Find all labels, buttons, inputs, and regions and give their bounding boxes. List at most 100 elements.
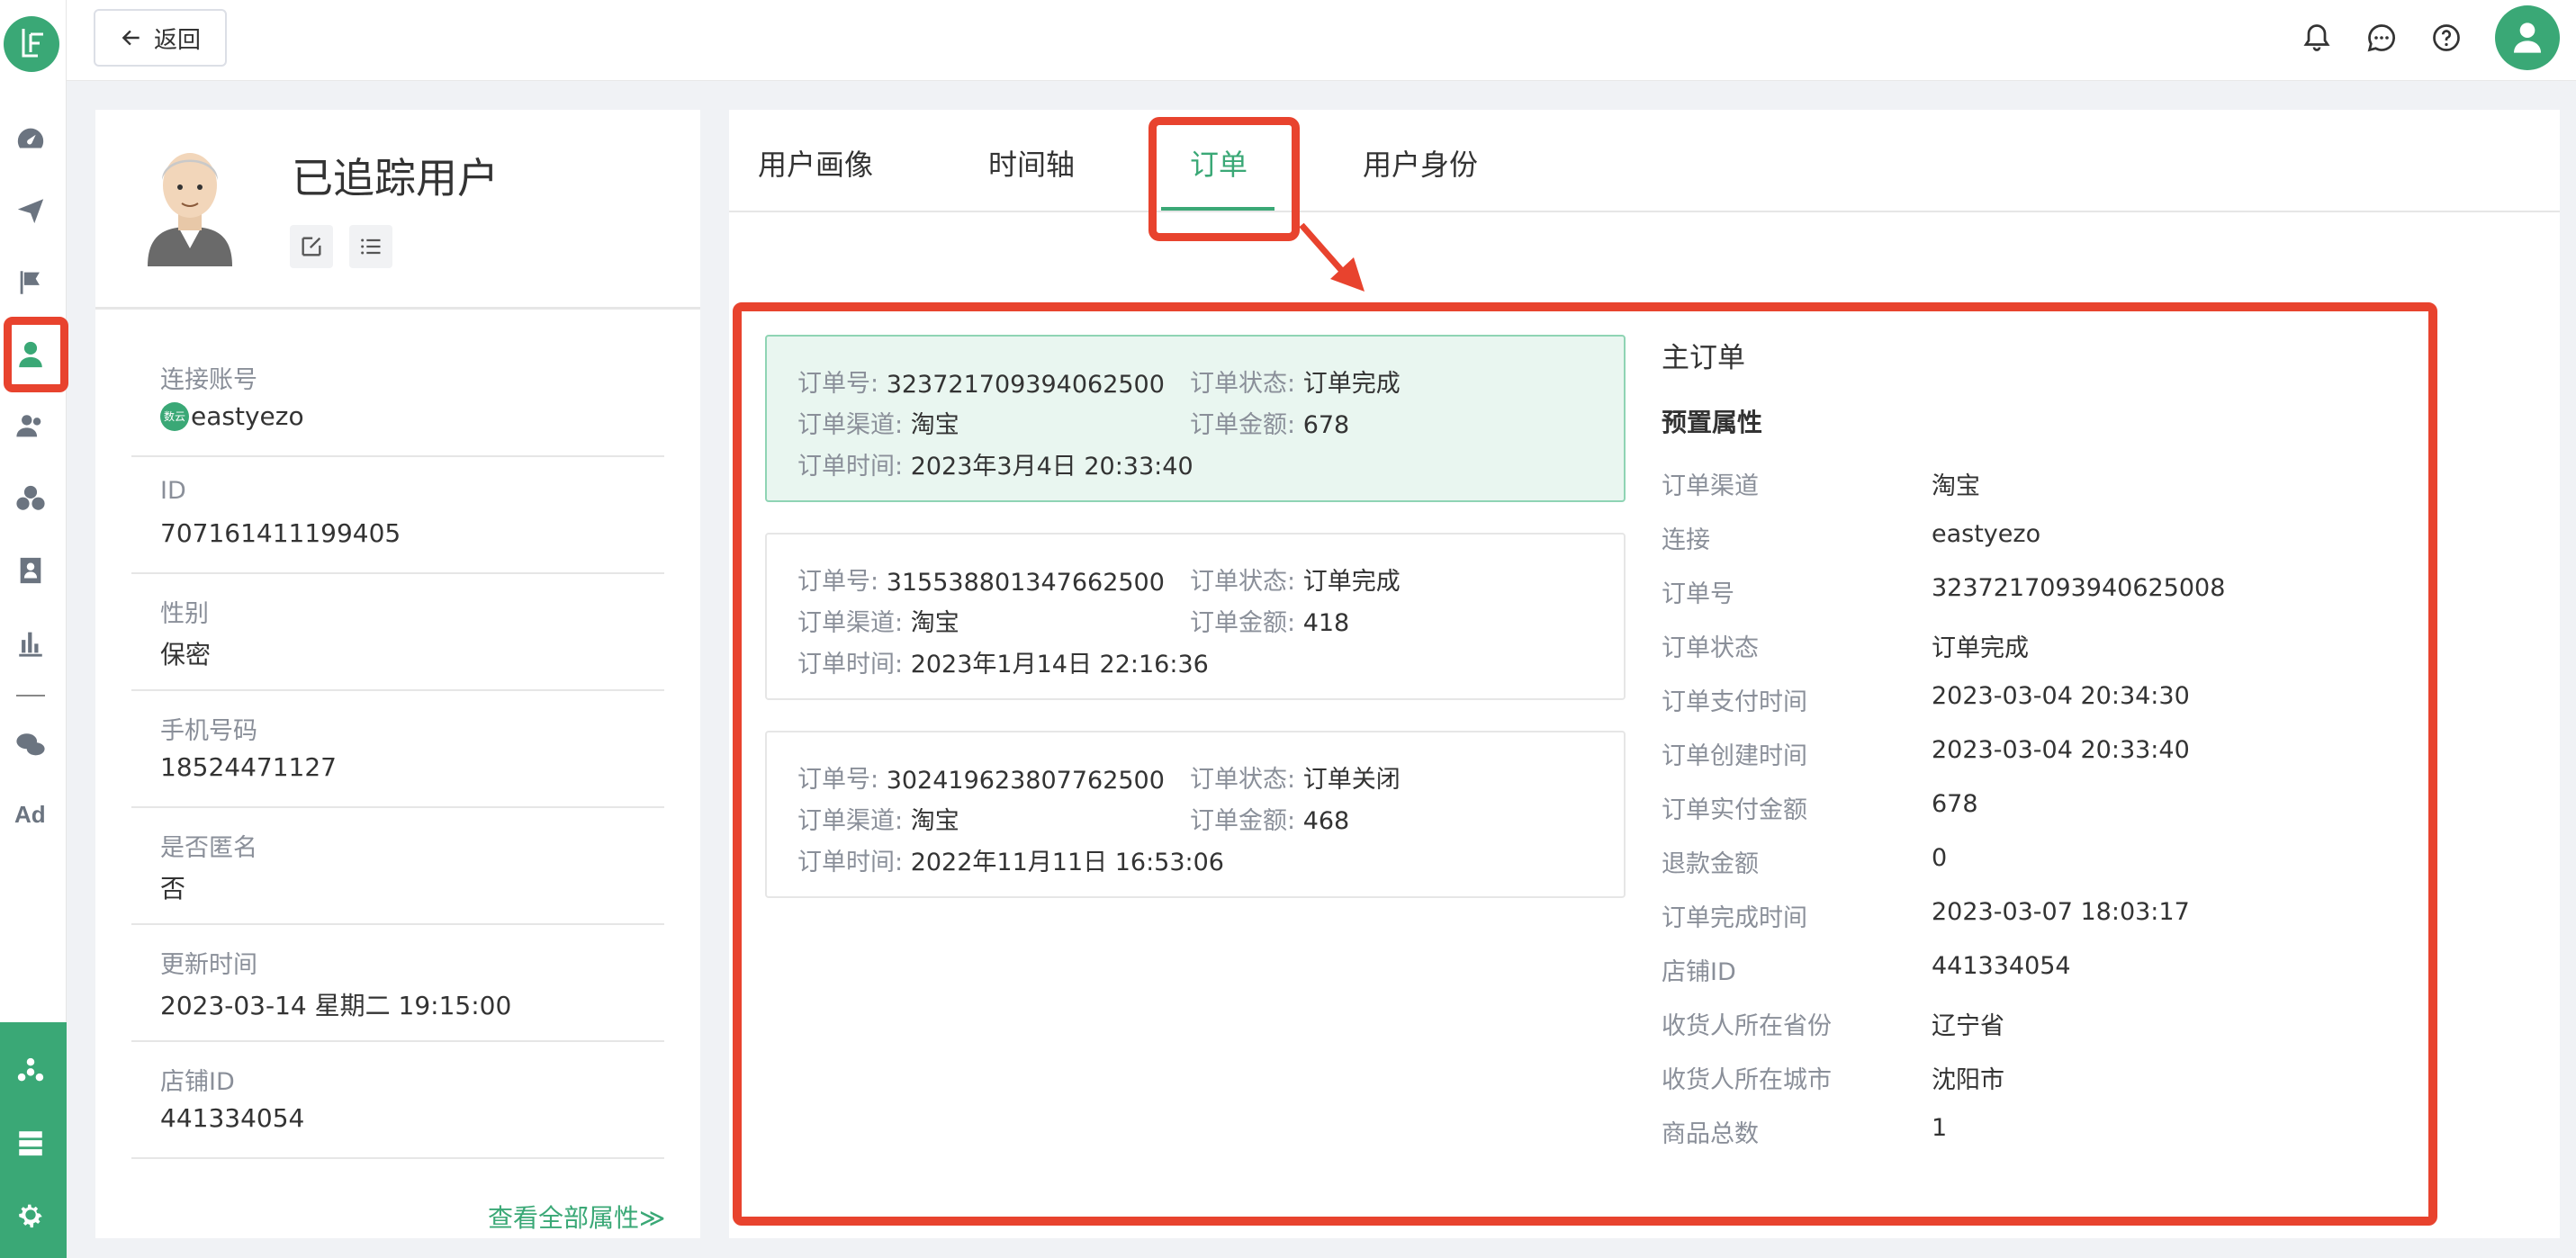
detail-value: 淘宝 xyxy=(1932,472,1980,500)
attr-connected-account: 连接账号 数云 eastyezo xyxy=(131,340,664,457)
order-channel-row: 订单渠道: 淘宝 xyxy=(797,609,959,637)
platform-badge-icon: 数云 xyxy=(160,401,189,431)
user-nav-highlight xyxy=(4,317,68,392)
user-avatar-icon xyxy=(2514,22,2541,53)
nav-divider xyxy=(16,695,45,696)
profile-title: 已追踪用户 xyxy=(292,154,499,202)
attr-updated-time: 更新时间 2023-03-14 星期二 19:15:00 xyxy=(131,925,664,1042)
attr-gender: 性别 保密 xyxy=(131,574,664,691)
dashboard-icon[interactable] xyxy=(13,121,49,157)
edit-button[interactable] xyxy=(290,225,333,268)
attr-value: 数云 eastyezo xyxy=(160,401,304,431)
attr-key: 性别 xyxy=(160,600,209,628)
app-logo-icon[interactable] xyxy=(4,16,59,72)
order-no-row: 订单号: 323721709394062500 xyxy=(797,370,1165,399)
edit-icon xyxy=(302,237,321,256)
profile-panel: 已追踪用户 连接账号 数云 eastyezo ID 70716141119940… xyxy=(95,110,700,1238)
detail-value: 2023-03-04 20:33:40 xyxy=(1932,736,2190,764)
order-status-row: 订单状态: 订单完成 xyxy=(1190,568,1401,596)
detail-value: 2023-03-04 20:34:30 xyxy=(1932,682,2190,710)
gear-icon[interactable] xyxy=(13,1197,49,1233)
attr-value-text: eastyezo xyxy=(191,401,304,431)
tab-user-portrait[interactable]: 用户画像 xyxy=(758,142,873,184)
server-icon[interactable] xyxy=(13,1125,49,1161)
attr-key: 手机号码 xyxy=(160,717,257,745)
attr-value: 18524471127 xyxy=(160,752,337,782)
attr-value: 保密 xyxy=(160,640,212,669)
attr-value: 707161411199405 xyxy=(160,518,401,548)
tab-bar: 用户画像 时间轴 订单 用户身份 xyxy=(729,110,2560,212)
detail-key: 订单实付金额 xyxy=(1662,796,1807,824)
order-amount-row: 订单金额: 418 xyxy=(1190,609,1350,637)
order-card[interactable]: 订单号: 315538801347662500 订单状态: 订单完成 订单渠道:… xyxy=(765,533,1626,700)
order-no-row: 订单号: 315538801347662500 xyxy=(797,568,1165,597)
detail-value: 订单完成 xyxy=(1932,634,2029,662)
order-status-value: 订单关闭 xyxy=(1302,766,1401,794)
attr-key: 是否匿名 xyxy=(160,834,257,862)
detail-value: 1 xyxy=(1932,1114,1948,1142)
flag-icon[interactable] xyxy=(13,265,49,301)
users-group-icon[interactable] xyxy=(13,409,49,445)
attr-shop-id: 店铺ID 441334054 xyxy=(131,1042,664,1159)
order-time-row: 订单时间: 2023年1月14日 22:16:36 xyxy=(797,651,1209,678)
order-time-value: 2023年3月4日 20:33:40 xyxy=(910,453,1193,481)
attr-key: 更新时间 xyxy=(160,951,257,979)
wechat-icon[interactable] xyxy=(13,727,49,763)
annotation-arrow-icon xyxy=(1299,222,1365,292)
tab-user-identity[interactable]: 用户身份 xyxy=(1363,142,1478,184)
list-button[interactable] xyxy=(349,225,392,268)
order-amount-value: 678 xyxy=(1302,411,1350,439)
help-icon[interactable] xyxy=(2428,20,2464,56)
order-amount-value: 418 xyxy=(1302,609,1350,637)
detail-value: 0 xyxy=(1932,844,1948,872)
order-card[interactable]: 订单号: 302419623807762500 订单状态: 订单关闭 订单渠道:… xyxy=(765,731,1626,898)
detail-value: 441334054 xyxy=(1932,952,2071,980)
order-no-row: 订单号: 302419623807762500 xyxy=(797,766,1165,795)
attr-key: ID xyxy=(160,477,186,505)
attr-anonymous: 是否匿名 否 xyxy=(131,808,664,925)
back-button-label: 返回 xyxy=(153,26,201,54)
order-time-row: 订单时间: 2022年11月11日 16:53:06 xyxy=(797,849,1224,876)
attr-value: 2023-03-14 星期二 19:15:00 xyxy=(160,991,512,1020)
detail-value: 辽宁省 xyxy=(1932,1012,2004,1040)
attr-key: 连接账号 xyxy=(160,366,257,394)
orders-tab-highlight xyxy=(1148,117,1300,241)
detail-key: 订单支付时间 xyxy=(1662,688,1807,716)
attr-id: ID 707161411199405 xyxy=(131,457,664,574)
bar-chart-icon[interactable] xyxy=(13,625,49,660)
attr-phone: 手机号码 18524471127 xyxy=(131,691,664,808)
segments-icon[interactable] xyxy=(13,481,49,517)
chat-icon[interactable] xyxy=(2364,20,2400,56)
detail-key: 商品总数 xyxy=(1662,1120,1759,1148)
detail-key: 店铺ID xyxy=(1662,958,1736,986)
order-channel-value: 淘宝 xyxy=(910,807,959,835)
order-no-value: 315538801347662500 xyxy=(886,569,1165,597)
profile-header: 已追踪用户 xyxy=(95,110,700,310)
order-no-value: 302419623807762500 xyxy=(886,767,1165,795)
back-button[interactable]: 返回 xyxy=(94,9,227,67)
order-time-value: 2023年1月14日 22:16:36 xyxy=(910,651,1209,678)
order-status-value: 订单完成 xyxy=(1302,370,1401,398)
detail-section-title: 预置属性 xyxy=(1662,408,1763,437)
detail-value: 沈阳市 xyxy=(1932,1066,2004,1094)
order-channel-value: 淘宝 xyxy=(910,411,959,439)
order-amount-value: 468 xyxy=(1302,807,1350,835)
send-icon[interactable] xyxy=(13,193,49,229)
detail-key: 订单创建时间 xyxy=(1662,742,1807,770)
user-avatar[interactable] xyxy=(2495,5,2560,70)
tab-timeline[interactable]: 时间轴 xyxy=(988,142,1075,184)
bell-icon[interactable] xyxy=(2299,20,2335,56)
detail-key: 收货人所在省份 xyxy=(1662,1012,1832,1040)
network-icon[interactable] xyxy=(13,1053,49,1089)
top-bar: 返回 xyxy=(67,0,2576,81)
detail-value: 323721709394062500​8 xyxy=(1932,574,2226,602)
view-all-attributes-link[interactable]: 查看全部属性≫ xyxy=(488,1199,665,1235)
order-channel-row: 订单渠道: 淘宝 xyxy=(797,807,959,835)
detail-key: 退款金额 xyxy=(1662,850,1759,878)
detail-title: 主订单 xyxy=(1662,342,1745,374)
contact-card-icon[interactable] xyxy=(13,553,49,589)
detail-key: 订单状态 xyxy=(1662,634,1759,662)
order-card[interactable]: 订单号: 323721709394062500 订单状态: 订单完成 订单渠道:… xyxy=(765,335,1626,502)
ad-icon[interactable]: Ad xyxy=(14,801,46,829)
order-time-value: 2022年11月11日 16:53:06 xyxy=(910,849,1224,876)
